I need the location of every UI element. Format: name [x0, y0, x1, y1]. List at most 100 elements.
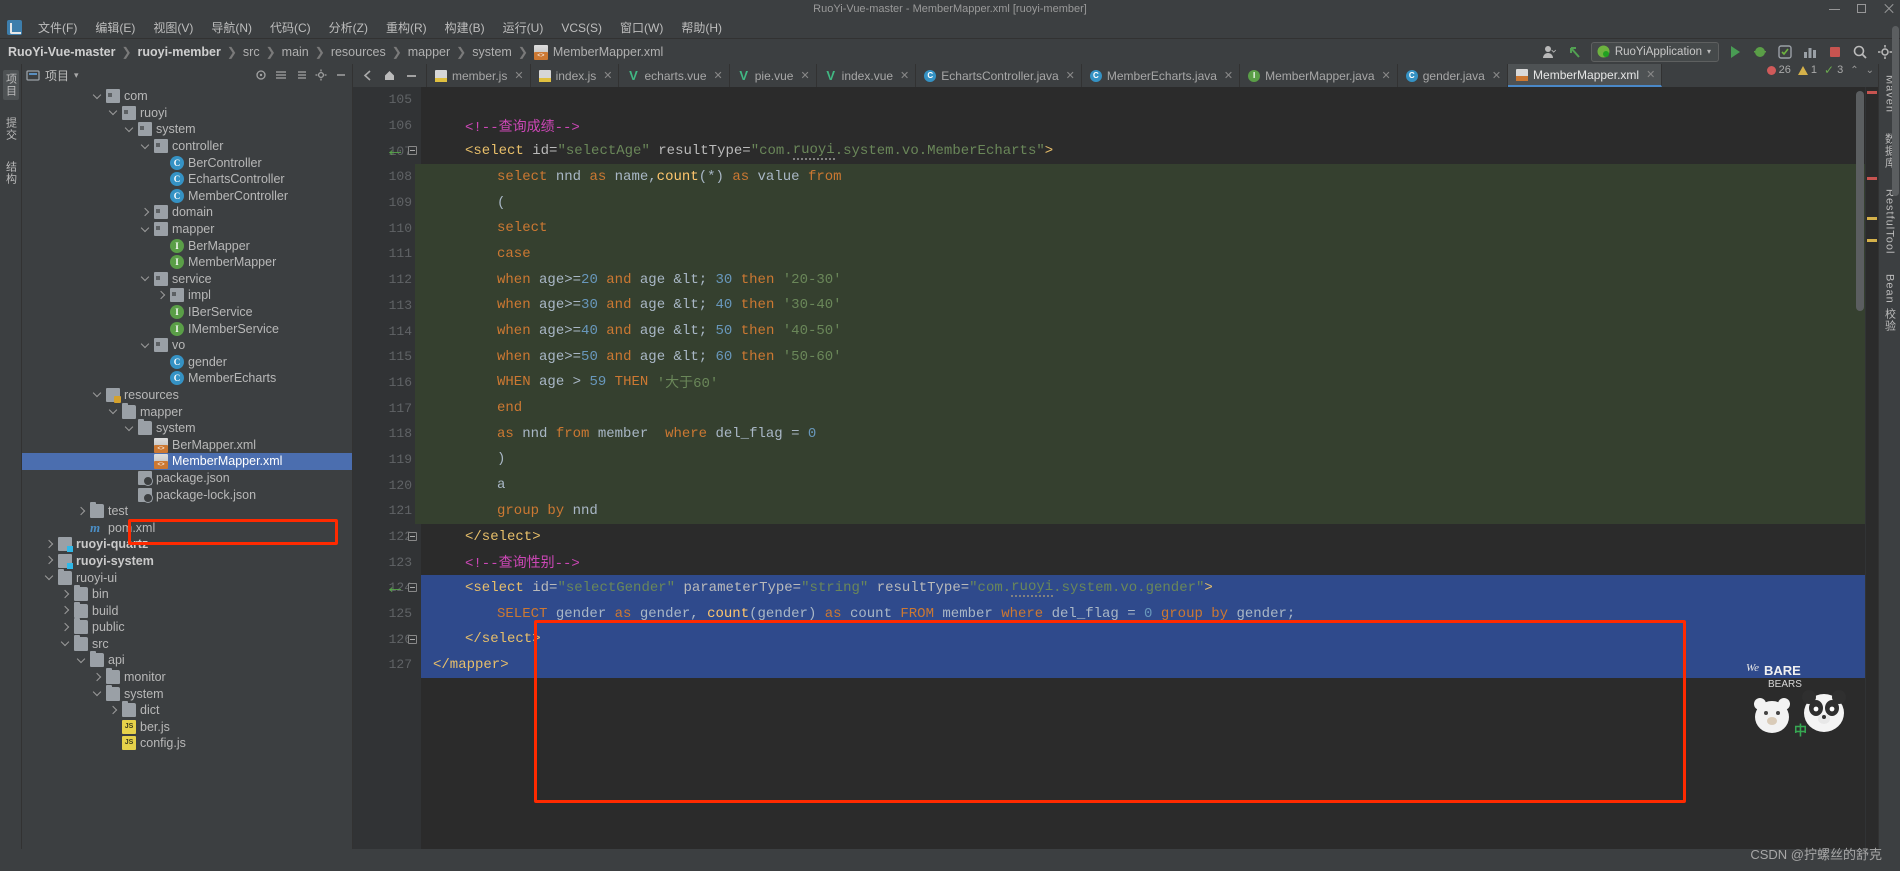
tree-toggle-down-icon[interactable] — [140, 141, 151, 152]
editor-tab[interactable]: member.js ✕ — [427, 64, 531, 87]
breadcrumb-project[interactable]: RuoYi-Vue-master — [8, 45, 115, 59]
run-configuration-selector[interactable]: RuoYiApplication ▾ — [1590, 41, 1719, 62]
tree-node[interactable]: ruoyi — [22, 105, 352, 122]
tree-node[interactable]: I IMemberService — [22, 320, 352, 337]
stop-icon[interactable] — [1826, 43, 1844, 61]
error-count[interactable]: 26 — [1766, 64, 1791, 76]
run-coverage-icon[interactable] — [1776, 43, 1794, 61]
warning-count[interactable]: 1 — [1797, 64, 1817, 76]
tree-node[interactable]: I IBerService — [22, 304, 352, 321]
close-tab-icon[interactable]: ✕ — [1224, 69, 1233, 82]
tree-node[interactable]: package-lock.json — [22, 486, 352, 503]
code-line[interactable]: end — [421, 395, 1865, 421]
code-line[interactable]: as nnd from member where del_flag = 0 — [421, 421, 1865, 447]
editor-tab[interactable]: Cgender.java ✕ — [1398, 64, 1509, 87]
tree-node[interactable]: controller — [22, 138, 352, 155]
tree-node[interactable]: ruoyi-system — [22, 553, 352, 570]
tree-node[interactable]: mapper — [22, 402, 352, 420]
user-avatar-icon[interactable] — [1541, 43, 1559, 61]
tree-toggle-right-icon[interactable] — [140, 207, 151, 218]
menu-navigate[interactable]: 导航(N) — [202, 17, 261, 38]
close-tab-icon[interactable]: ✕ — [514, 69, 523, 82]
tree-node[interactable]: public — [22, 618, 352, 636]
breadcrumb-module[interactable]: ruoyi-member — [138, 45, 221, 59]
tree-toggle-right-icon[interactable] — [44, 539, 55, 550]
home-icon[interactable] — [383, 69, 396, 82]
tree-node[interactable]: JS ber.js — [22, 719, 352, 736]
code-line[interactable]: <select id= "selectGender" parameterType=… — [421, 575, 1865, 601]
mybatis-navigate-icon[interactable]: ← — [385, 140, 405, 160]
expand-icon[interactable] — [294, 68, 308, 82]
rail-item-project[interactable]: 项目 — [2, 70, 19, 100]
code-content[interactable]: <!--查询成绩--> <select id= "selectAge" result… — [421, 87, 1865, 849]
menu-edit[interactable]: 编辑(E) — [86, 17, 144, 38]
menu-build[interactable]: 构建(B) — [436, 17, 494, 38]
tree-node[interactable]: impl — [22, 287, 352, 304]
menu-window[interactable]: 窗口(W) — [611, 17, 672, 38]
tree-node[interactable]: build — [22, 601, 352, 619]
menu-analyze[interactable]: 分析(Z) — [320, 17, 377, 38]
breadcrumb-mapper[interactable]: mapper — [408, 45, 450, 59]
code-line[interactable]: case — [421, 241, 1865, 267]
run-icon[interactable] — [1726, 43, 1744, 61]
tree-node[interactable]: system — [22, 419, 352, 437]
tree-toggle-right-icon[interactable] — [108, 705, 119, 716]
code-fold-icon[interactable] — [408, 146, 417, 156]
tree-node[interactable]: system — [22, 684, 352, 702]
tree-node[interactable]: C MemberController — [22, 188, 352, 205]
tree-toggle-down-icon[interactable] — [124, 423, 135, 434]
code-line[interactable]: <select id= "selectAge" resultType= "com. r… — [421, 138, 1865, 164]
maximize-icon[interactable] — [1856, 3, 1867, 14]
project-tree[interactable]: com ruoyi system controller C BerController C E… — [22, 86, 352, 849]
marker-warning[interactable] — [1867, 239, 1877, 242]
tree-node[interactable]: Cgender — [22, 354, 352, 371]
tree-node[interactable]: monitor — [22, 668, 352, 686]
tree-node[interactable]: service — [22, 271, 352, 288]
tree-node[interactable]: BerMapper.xml — [22, 436, 352, 453]
marker-error[interactable] — [1867, 177, 1877, 180]
tree-node[interactable]: domain — [22, 204, 352, 221]
tree-toggle-right-icon[interactable] — [60, 622, 71, 633]
code-line[interactable]: SELECT gender as gender, count(gender) a… — [421, 600, 1865, 627]
tree-node[interactable]: C BerController — [22, 154, 352, 171]
editor-gutter[interactable]: 105 106 107 ← 108 109 110 111 112 113 114 115 116 117… — [353, 87, 421, 849]
editor-tab[interactable]: index.js ✕ — [531, 64, 620, 87]
rail-item-restfultool[interactable]: RestfulTool — [1884, 186, 1896, 257]
code-line[interactable]: ) — [421, 447, 1865, 473]
tree-toggle-down-icon[interactable] — [92, 389, 103, 400]
tree-toggle-right-icon[interactable] — [60, 589, 71, 600]
code-line[interactable] — [421, 87, 1865, 113]
tree-toggle-down-icon[interactable] — [60, 638, 71, 649]
tree-toggle-down-icon[interactable] — [92, 91, 103, 102]
rail-item-structure[interactable]: 结构 — [3, 158, 19, 188]
code-line[interactable]: when age >= 30 and age &lt; 40 then '30-40… — [421, 293, 1865, 319]
tree-node[interactable]: dict — [22, 701, 352, 719]
project-panel-title[interactable]: 项目 ▾ — [26, 67, 79, 84]
tree-node[interactable]: C EchartsController — [22, 171, 352, 188]
breadcrumb-src[interactable]: src — [243, 45, 260, 59]
mybatis-navigate-icon[interactable]: ← — [385, 577, 405, 597]
menu-run[interactable]: 运行(U) — [494, 17, 553, 38]
tree-toggle-down-icon[interactable] — [108, 107, 119, 118]
editor-tab[interactable]: Vpie.vue ✕ — [730, 64, 817, 87]
error-marker-bar[interactable] — [1856, 87, 1878, 849]
editor-tab[interactable]: MemberMapper.xml ✕ — [1508, 64, 1663, 87]
tree-node[interactable]: system — [22, 121, 352, 138]
chevron-down-icon[interactable]: ▾ — [74, 70, 79, 81]
tree-node[interactable]: package.json — [22, 470, 352, 487]
gear-icon[interactable] — [314, 68, 328, 82]
code-line[interactable]: WHEN age > 59 THEN '大于60' — [421, 370, 1865, 396]
close-tab-icon[interactable]: ✕ — [1646, 68, 1655, 81]
tree-toggle-right-icon[interactable] — [44, 555, 55, 566]
tree-toggle-right-icon[interactable] — [76, 506, 87, 517]
editor-tab[interactable]: C EchartsController.java ✕ — [916, 64, 1082, 87]
tree-node[interactable]: I MemberMapper — [22, 254, 352, 271]
navigate-back-icon[interactable] — [1566, 43, 1584, 61]
close-tab-icon[interactable]: ✕ — [1492, 69, 1501, 82]
tree-node[interactable]: vo — [22, 337, 352, 354]
editor-tab[interactable]: C MemberEcharts.java ✕ — [1082, 64, 1241, 87]
close-tab-icon[interactable]: ✕ — [800, 69, 809, 82]
tree-toggle-down-icon[interactable] — [92, 688, 103, 699]
tree-node[interactable]: api — [22, 651, 352, 669]
code-line[interactable]: </select> — [421, 524, 1865, 550]
